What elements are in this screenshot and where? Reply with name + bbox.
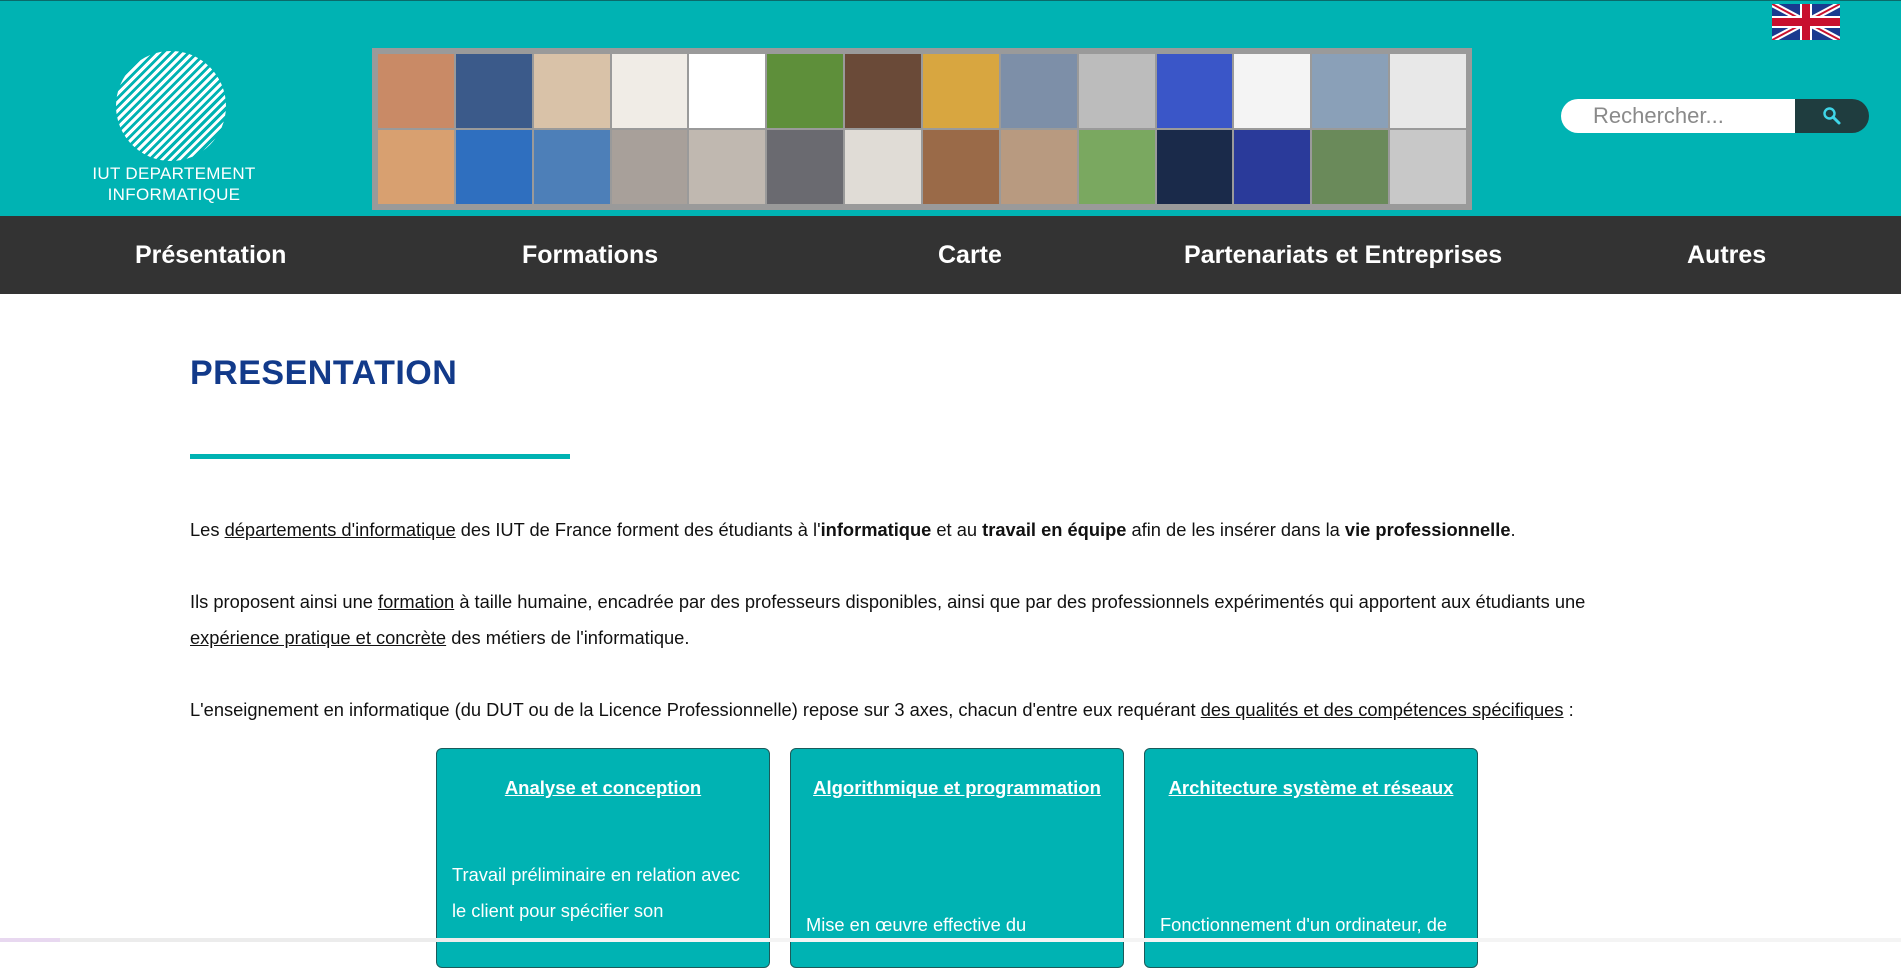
banner-photo [533, 54, 610, 128]
banner-photo [922, 130, 999, 204]
logo-text: IUT DEPARTEMENT INFORMATIQUE [84, 163, 264, 205]
banner-photo [1000, 130, 1077, 204]
banner-photo [1000, 54, 1077, 128]
nav-item-autres[interactable]: Autres [1687, 216, 1766, 294]
nav-item-presentation[interactable]: Présentation [135, 216, 286, 294]
banner-photo [845, 54, 921, 128]
text: . [1510, 519, 1516, 540]
banner-photo [1390, 54, 1466, 128]
axis-card-architecture: Architecture système et réseaux Fonction… [1144, 748, 1478, 968]
banner-photo-collage [378, 54, 1466, 204]
banner-photo [611, 54, 688, 128]
banner-photo [455, 130, 532, 204]
banner-photo [1234, 54, 1311, 128]
text: des métiers de l'informatique. [446, 627, 690, 648]
banner-photo [767, 130, 844, 204]
nav-item-partenariats[interactable]: Partenariats et Entreprises [1184, 216, 1502, 294]
banner-photo [455, 54, 532, 128]
banner-photo [922, 54, 999, 128]
link-formation[interactable]: formation [378, 591, 454, 612]
banner-photo [533, 130, 610, 204]
banner-photo [1312, 54, 1389, 128]
banner-photo [1078, 130, 1155, 204]
logo-text-line1: IUT DEPARTEMENT [92, 164, 256, 183]
iut-logo[interactable]: IUT DEPARTEMENT INFORMATIQUE [84, 51, 264, 211]
banner-photo [1156, 54, 1233, 128]
bold-text: travail en équipe [982, 519, 1127, 540]
site-header: IUT DEPARTEMENT INFORMATIQUE [0, 0, 1901, 216]
logo-text-line2: INFORMATIQUE [107, 185, 241, 204]
link-experience-pratique[interactable]: expérience pratique et concrète [190, 627, 446, 648]
search-input[interactable] [1561, 99, 1795, 133]
banner-photo [767, 54, 844, 128]
logo-circle-graphic [116, 51, 226, 161]
axis-card-algorithmique: Algorithmique et programmation Mise en œ… [790, 748, 1124, 968]
card-text: Travail préliminaire en relation avec le… [452, 864, 740, 921]
page-title: PRESENTATION [190, 354, 458, 392]
nav-item-formations[interactable]: Formations [522, 216, 658, 294]
banner-photo [1156, 130, 1233, 204]
text: L'enseignement en informatique (du DUT o… [190, 699, 1201, 720]
nav-item-carte[interactable]: Carte [938, 216, 1002, 294]
header-photo-banner [372, 48, 1472, 210]
banner-photo [611, 130, 688, 204]
title-underline-divider [190, 454, 570, 459]
banner-photo [1312, 130, 1389, 204]
text: Les [190, 519, 225, 540]
banner-photo [1234, 130, 1311, 204]
intro-paragraph-2: Ils proposent ainsi une formation à tail… [190, 584, 1710, 656]
banner-photo [1078, 54, 1155, 128]
link-departements[interactable]: départements d'informatique [225, 519, 456, 540]
link-qualites-competences[interactable]: des qualités et des compétences spécifiq… [1201, 699, 1564, 720]
bottom-scroll-edge [0, 938, 1901, 942]
search-icon [1823, 107, 1841, 125]
intro-paragraph-3: L'enseignement en informatique (du DUT o… [190, 692, 1710, 728]
card-title-link[interactable]: Analyse et conception [437, 777, 769, 799]
bold-text: vie professionnelle [1344, 519, 1511, 540]
text: : [1563, 699, 1574, 720]
intro-paragraph-1: Les départements d'informatique des IUT … [190, 512, 1710, 548]
text: des IUT de France forment des étudiants … [455, 519, 821, 540]
text: Ils proposent ainsi une [190, 591, 379, 612]
text: à taille humaine, encadrée par des profe… [454, 591, 1586, 612]
banner-photo [378, 130, 454, 204]
english-language-flag-icon[interactable] [1772, 4, 1840, 40]
text: afin de les insérer dans la [1126, 519, 1345, 540]
search-form [1561, 99, 1869, 133]
search-button[interactable] [1795, 99, 1869, 133]
main-nav-bar: Présentation Formations Carte Partenaria… [0, 216, 1901, 294]
text: et au [931, 519, 983, 540]
card-title-link[interactable]: Architecture système et réseaux [1145, 777, 1477, 799]
banner-photo [1390, 130, 1466, 204]
banner-photo [378, 54, 454, 128]
banner-photo [689, 130, 766, 204]
bold-text: informatique [820, 519, 932, 540]
card-title-link[interactable]: Algorithmique et programmation [791, 777, 1123, 799]
banner-photo [689, 54, 766, 128]
axis-card-analyse: Analyse et conception Travail préliminai… [436, 748, 770, 968]
banner-photo [845, 130, 921, 204]
